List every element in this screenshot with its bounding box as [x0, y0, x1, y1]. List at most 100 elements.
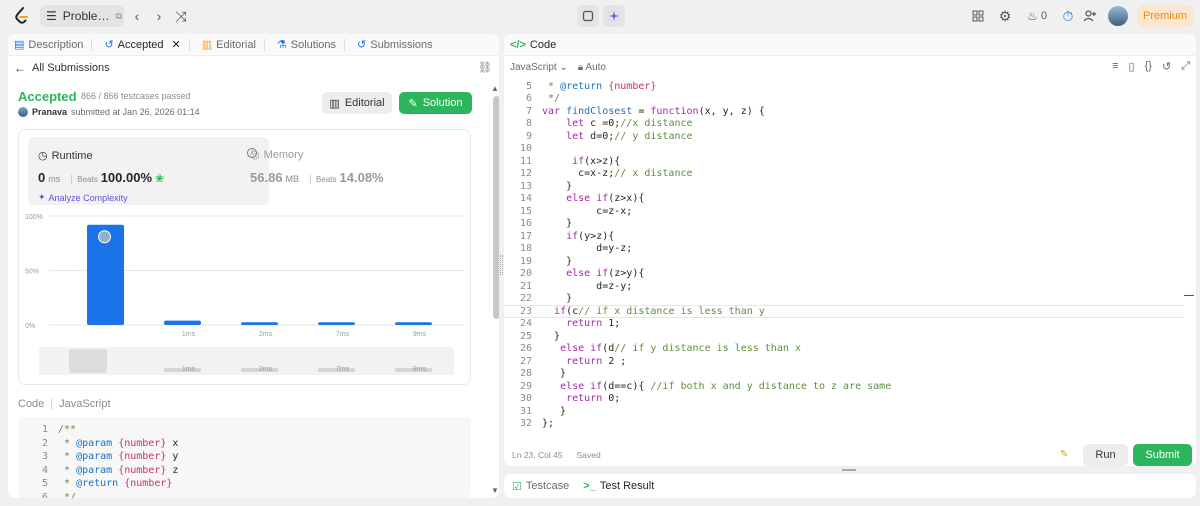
memory-label-row[interactable]: ◎ Memory	[250, 148, 303, 162]
editorial-button-label: Editorial	[344, 97, 385, 109]
code-line: 18 d=y-z;	[519, 243, 633, 255]
code-line: 11 if(x>z){	[519, 155, 621, 167]
code-preview-line: 6 */	[41, 491, 77, 498]
analyze-complexity-link[interactable]: ✦ Analyze Complexity	[38, 192, 128, 203]
editor-status-bar: Ln 23, Col 45 Saved	[512, 450, 601, 460]
runtime-box[interactable]: ◷ Runtime i 0 ms Beats 100.00% ❀ ✦ Analy…	[28, 137, 269, 205]
solution-button[interactable]: ✎ Solution	[399, 92, 472, 114]
submit-button[interactable]: Submit	[1133, 444, 1192, 466]
tab-description[interactable]: ▤ Description	[8, 34, 98, 56]
reset-icon[interactable]: ↺	[1162, 60, 1171, 73]
clock-icon: ◷	[38, 150, 48, 162]
code-line: 14 else if(z>x){	[519, 193, 645, 205]
scroll-down-icon[interactable]: ▼	[491, 486, 499, 495]
editor-tab-code[interactable]: Code	[530, 39, 556, 51]
scroll-up-icon[interactable]: ▲	[491, 84, 499, 93]
runtime-beats: 100.00%	[100, 170, 153, 185]
code-preview-line: 5 * @return {number}	[41, 478, 173, 490]
user-avatar-small	[18, 107, 28, 117]
left-scrollbar-thumb[interactable]	[493, 96, 499, 319]
back-arrow-icon[interactable]: ←	[14, 61, 26, 75]
code-editor[interactable]: 5 * @return {number} 6 */7 var findClosest…	[504, 80, 1196, 442]
code-line: 5 * @return {number}	[525, 80, 657, 92]
testcases-passed: 866 / 866 testcases passed	[81, 91, 191, 101]
flask-icon: ⚗	[276, 39, 287, 51]
streak-fire-icon[interactable]: ♨ 0	[1022, 7, 1052, 25]
settings-gear-icon[interactable]: ⚙	[996, 7, 1014, 25]
auto-mode[interactable]: 🔒︎ Auto	[578, 62, 606, 73]
code-line: 20 else if(z>y){	[519, 268, 645, 280]
leetcode-logo-icon[interactable]	[12, 6, 32, 26]
runtime-distribution-chart[interactable]: 100% 50% 0% 1ms 2ms 7ms 9ms 1ms 2ms 7ms 9ms	[19, 208, 472, 383]
editor-toolbar: JavaScript ⌄ 🔒︎ Auto	[510, 59, 606, 75]
add-friend-icon[interactable]	[1081, 7, 1099, 25]
share-link-icon[interactable]: ⛓	[478, 61, 492, 74]
timer-icon[interactable]: ⏱	[1059, 7, 1077, 25]
tab-accepted[interactable]: ↺ Accepted ✕	[98, 34, 195, 56]
code-language: JavaScript	[59, 398, 111, 410]
chart-range-label: 7ms	[336, 366, 350, 373]
tab-solutions[interactable]: ⚗ Solutions	[271, 34, 351, 56]
next-problem-icon[interactable]: ›	[150, 7, 168, 25]
chart-xtick-label: 9ms	[413, 331, 427, 338]
submitted-code-preview[interactable]: 1/** 2 * @param {number} x 3 * @param {num…	[18, 417, 471, 498]
runtime-unit: ms	[48, 174, 61, 184]
chart-bar-2ms[interactable]	[241, 322, 278, 325]
chart-bar-7ms[interactable]	[318, 322, 355, 325]
braces-icon[interactable]: {}	[1145, 60, 1152, 73]
memory-beats-label: Beats	[310, 175, 337, 184]
notes-icon[interactable]	[577, 5, 599, 27]
code-line: 23 if(c// if x distance is less than y	[504, 305, 1184, 318]
language-select[interactable]: JavaScript ⌄	[510, 62, 568, 73]
prev-problem-icon[interactable]: ‹	[128, 7, 146, 25]
user-avatar[interactable]	[1108, 6, 1128, 26]
chart-bar-1ms[interactable]	[164, 320, 201, 325]
code-brackets-icon: </>	[510, 38, 526, 51]
code-line: 22 }	[519, 293, 573, 305]
sparkle-icon: ✦	[38, 192, 46, 202]
code-preview-line: 2 * @param {number} x	[41, 437, 179, 449]
memory-unit: MB	[285, 174, 300, 184]
tab-submissions-label: Submissions	[370, 38, 433, 51]
console-panel: ☑ Testcase >_ Test Result	[504, 474, 1196, 498]
code-line: 8 let c =0;//x distance	[525, 118, 693, 130]
tab-test-result[interactable]: >_ Test Result	[583, 480, 654, 492]
runtime-value: 0	[38, 170, 46, 185]
shuffle-icon[interactable]: ⤨	[172, 7, 190, 25]
terminal-icon: >_	[583, 480, 596, 492]
lightbulb-icon[interactable]: ✎	[1060, 449, 1072, 461]
history-icon: ↺	[104, 39, 114, 51]
chart-user-avatar-marker	[98, 230, 111, 244]
bookmark-icon[interactable]: ▯	[1129, 60, 1135, 73]
submitter-name[interactable]: Pranava	[32, 107, 67, 117]
runtime-label: Runtime	[51, 149, 93, 162]
console-tab-bar: ☑ Testcase >_ Test Result	[504, 474, 1196, 498]
chart-bar-9ms[interactable]	[395, 322, 432, 325]
tab-description-label: Description	[28, 38, 84, 51]
code-line: 24 return 1;	[519, 318, 621, 330]
layout-grid-icon[interactable]	[969, 7, 987, 25]
celebration-icon: ❀	[155, 173, 165, 185]
chart-range-window[interactable]	[69, 349, 107, 373]
run-button[interactable]: Run	[1083, 444, 1128, 466]
problem-list-button[interactable]: ☰ Proble… ⧉	[40, 5, 124, 27]
ai-sparkle-icon[interactable]	[603, 5, 625, 27]
close-tab-icon[interactable]: ✕	[172, 38, 181, 51]
book-icon: ▥	[201, 39, 213, 51]
premium-button[interactable]: Premium	[1137, 5, 1193, 27]
submission-status: Accepted	[18, 89, 77, 104]
code-line: 30 return 0;	[519, 393, 621, 405]
fullscreen-icon[interactable]: ⤢	[1181, 60, 1190, 73]
vertical-resize-handle[interactable]	[842, 469, 856, 471]
tab-editorial[interactable]: ▥ Editorial	[196, 34, 271, 56]
tab-submissions[interactable]: ↺ Submissions	[351, 34, 439, 56]
format-icon[interactable]: ≡	[1112, 60, 1118, 73]
code-line: 9 let d=0;// y distance	[525, 130, 693, 142]
all-submissions-link[interactable]: All Submissions	[32, 62, 110, 74]
editor-scroll-marker	[1184, 295, 1194, 296]
runtime-beats-label: Beats	[71, 175, 98, 184]
description-icon: ▤	[14, 39, 25, 51]
panel-resize-handle[interactable]	[500, 255, 503, 275]
editorial-button[interactable]: ▥ Editorial	[322, 92, 392, 114]
tab-testcase[interactable]: ☑ Testcase	[512, 480, 569, 493]
